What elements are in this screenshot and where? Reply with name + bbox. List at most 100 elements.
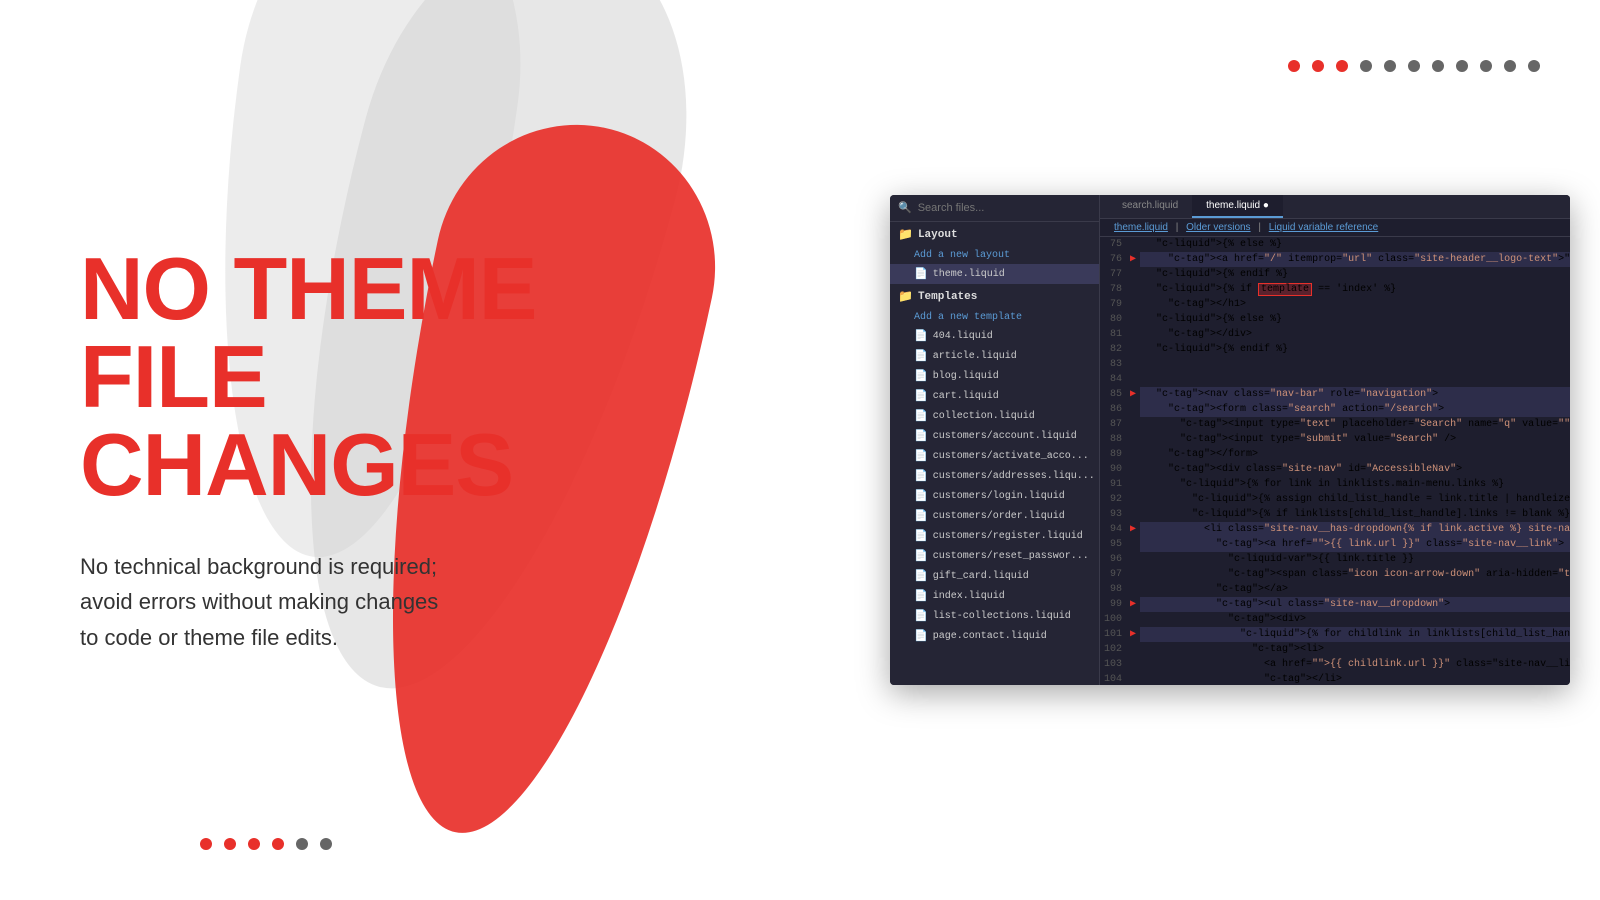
line-content: "c-tag"></h1> — [1140, 297, 1570, 312]
line-number: 86 — [1100, 402, 1130, 417]
breadcrumb-older-versions[interactable]: Older versions — [1186, 222, 1250, 233]
line-arrow — [1130, 477, 1140, 492]
file-icon: 📄 — [914, 329, 928, 343]
line-content: "c-tag"><ul class="site-nav__dropdown"> — [1140, 597, 1570, 612]
file-item[interactable]: 📄list-collections.liquid — [890, 606, 1099, 626]
dot — [1480, 60, 1492, 72]
line-number: 85 — [1100, 387, 1130, 402]
line-content: <li class="site-nav__has-dropdown{% if l… — [1140, 522, 1570, 537]
file-name: customers/account.liquid — [933, 431, 1077, 442]
layout-section-header[interactable]: 📁 Layout — [890, 222, 1099, 247]
search-input[interactable] — [918, 202, 1091, 214]
file-name: page.contact.liquid — [933, 631, 1047, 642]
line-content: "c-tag"><span class="icon icon-arrow-dow… — [1140, 567, 1570, 582]
breadcrumb-sep2: | — [1258, 222, 1261, 233]
code-line: 83 — [1100, 357, 1570, 372]
line-number: 102 — [1100, 642, 1130, 657]
line-content: "c-tag"><div class="site-nav" id="Access… — [1140, 462, 1570, 477]
main-heading: NO THEME FILE CHANGES — [80, 245, 660, 509]
line-arrow — [1130, 672, 1140, 685]
dot — [1384, 60, 1396, 72]
code-line: 91 "c-liquid">{% for link in linklists.m… — [1100, 477, 1570, 492]
breadcrumb-sep1: | — [1176, 222, 1179, 233]
dots-top-right — [1288, 60, 1540, 72]
line-arrow — [1130, 267, 1140, 282]
add-template-link[interactable]: Add a new template — [890, 309, 1099, 326]
code-line: 95 "c-tag"><a href="">{{ link.url }}" cl… — [1100, 537, 1570, 552]
file-item-theme-liquid[interactable]: 📄 theme.liquid — [890, 264, 1099, 284]
code-line: 92 "c-liquid">{% assign child_list_handl… — [1100, 492, 1570, 507]
add-layout-link[interactable]: Add a new layout — [890, 247, 1099, 264]
search-icon: 🔍 — [898, 201, 912, 215]
dot — [1528, 60, 1540, 72]
file-item[interactable]: 📄cart.liquid — [890, 386, 1099, 406]
code-line: 100 "c-tag"><div> — [1100, 612, 1570, 627]
line-content: "c-tag"></li> — [1140, 672, 1570, 685]
code-line: 97 "c-tag"><span class="icon icon-arrow-… — [1100, 567, 1570, 582]
breadcrumb-theme[interactable]: theme.liquid — [1114, 222, 1168, 233]
templates-section-header[interactable]: 📁 Templates — [890, 284, 1099, 309]
line-number: 82 — [1100, 342, 1130, 357]
line-arrow — [1130, 582, 1140, 597]
file-item[interactable]: 📄404.liquid — [890, 326, 1099, 346]
layout-section-label: Layout — [918, 229, 958, 241]
file-item[interactable]: 📄customers/account.liquid — [890, 426, 1099, 446]
file-icon: 📄 — [914, 489, 928, 503]
tab-theme-liquid[interactable]: theme.liquid ● — [1192, 195, 1283, 218]
file-icon: 📄 — [914, 569, 928, 583]
code-line: 103 <a href="">{{ childlink.url }}" clas… — [1100, 657, 1570, 672]
line-arrow: ▶ — [1130, 252, 1140, 267]
editor-sidebar[interactable]: 🔍 📁 Layout Add a new layout 📄 theme.liqu… — [890, 195, 1100, 685]
code-area[interactable]: 75 "c-liquid">{% else %}76▶ "c-tag"><a h… — [1100, 237, 1570, 685]
line-arrow — [1130, 657, 1140, 672]
editor-breadcrumb: theme.liquid | Older versions | Liquid v… — [1100, 219, 1570, 237]
line-number: 88 — [1100, 432, 1130, 447]
code-line: 94▶ <li class="site-nav__has-dropdown{% … — [1100, 522, 1570, 537]
file-name: article.liquid — [933, 351, 1017, 362]
file-name: customers/reset_passwor... — [933, 551, 1089, 562]
line-arrow — [1130, 282, 1140, 297]
dot — [1288, 60, 1300, 72]
file-name: customers/addresses.liqu... — [933, 471, 1095, 482]
file-name-theme: theme.liquid — [933, 269, 1005, 280]
code-line: 75 "c-liquid">{% else %} — [1100, 237, 1570, 252]
file-item[interactable]: 📄blog.liquid — [890, 366, 1099, 386]
line-arrow — [1130, 327, 1140, 342]
file-item[interactable]: 📄customers/reset_passwor... — [890, 546, 1099, 566]
line-arrow — [1130, 357, 1140, 372]
line-arrow — [1130, 462, 1140, 477]
code-line: 90 "c-tag"><div class="site-nav" id="Acc… — [1100, 462, 1570, 477]
code-line: 79 "c-tag"></h1> — [1100, 297, 1570, 312]
breadcrumb-liquid-ref[interactable]: Liquid variable reference — [1269, 222, 1379, 233]
file-item[interactable]: 📄customers/register.liquid — [890, 526, 1099, 546]
line-arrow: ▶ — [1130, 597, 1140, 612]
line-content: "c-tag"><input type="submit" value="Sear… — [1140, 432, 1570, 447]
code-line: 87 "c-tag"><input type="text" placeholde… — [1100, 417, 1570, 432]
line-arrow — [1130, 297, 1140, 312]
line-content: "c-tag"></form> — [1140, 447, 1570, 462]
file-item[interactable]: 📄index.liquid — [890, 586, 1099, 606]
line-content: "c-tag"><a href="">{{ link.url }}" class… — [1140, 537, 1570, 552]
file-item[interactable]: 📄article.liquid — [890, 346, 1099, 366]
file-item[interactable]: 📄collection.liquid — [890, 406, 1099, 426]
line-number: 104 — [1100, 672, 1130, 685]
dot — [1432, 60, 1444, 72]
line-arrow — [1130, 402, 1140, 417]
file-item[interactable]: 📄customers/activate_acco... — [890, 446, 1099, 466]
file-name: index.liquid — [933, 591, 1005, 602]
code-line: 80 "c-liquid">{% else %} — [1100, 312, 1570, 327]
dot — [1456, 60, 1468, 72]
code-line: 89 "c-tag"></form> — [1100, 447, 1570, 462]
file-name: blog.liquid — [933, 371, 999, 382]
code-line: 99▶ "c-tag"><ul class="site-nav__dropdow… — [1100, 597, 1570, 612]
file-item[interactable]: 📄customers/login.liquid — [890, 486, 1099, 506]
line-arrow — [1130, 312, 1140, 327]
file-item[interactable]: 📄page.contact.liquid — [890, 626, 1099, 646]
line-arrow — [1130, 567, 1140, 582]
file-item[interactable]: 📄customers/addresses.liqu... — [890, 466, 1099, 486]
line-content: "c-tag"><li> — [1140, 642, 1570, 657]
tab-search-liquid[interactable]: search.liquid — [1108, 195, 1192, 218]
search-bar[interactable]: 🔍 — [890, 195, 1099, 222]
file-item[interactable]: 📄gift_card.liquid — [890, 566, 1099, 586]
file-item[interactable]: 📄customers/order.liquid — [890, 506, 1099, 526]
